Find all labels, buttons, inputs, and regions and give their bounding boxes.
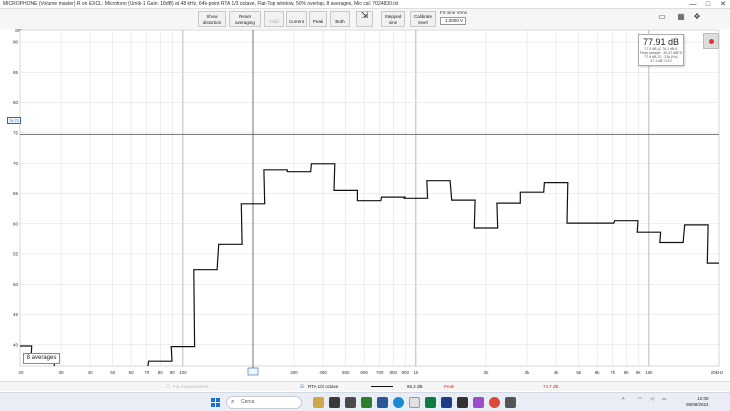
app-icon[interactable] [425, 397, 436, 408]
cursor-x-marker [247, 367, 259, 376]
peak-value: 74.7 dB [543, 384, 559, 389]
for-measurement-label: For measurement [173, 384, 209, 389]
app-icon[interactable] [473, 397, 484, 408]
x-tick-label: 700 [376, 370, 384, 375]
tray-chevron-icon[interactable]: ˄ [622, 396, 625, 401]
clock-date: 08/09/2024 [686, 402, 709, 407]
x-tick-label: 300 [290, 370, 298, 375]
x-tick-label: 800 [390, 370, 398, 375]
wifi-icon[interactable]: ◠ [638, 396, 642, 402]
x-tick-label: 5k [576, 370, 582, 375]
app-icon[interactable] [361, 397, 372, 408]
plot-area [19, 29, 720, 367]
peak-label: Peak [444, 384, 455, 389]
y-tick-label: 80 [13, 100, 19, 105]
current-level-value: 65.2 dB [407, 384, 423, 389]
x-tick-label: 10k [645, 370, 653, 375]
app-icon[interactable] [409, 397, 420, 408]
rta-mode-label: RTA 1/3 octave [308, 384, 339, 389]
search-placeholder: Cerca [241, 399, 255, 405]
y-tick-label: 60 [13, 221, 19, 226]
y-tick-label: 45 [13, 312, 19, 317]
y-tick-label: 70 [13, 161, 19, 166]
record-button[interactable] [703, 33, 719, 49]
app-icon[interactable] [441, 397, 452, 408]
x-tick-label: 20 [18, 370, 24, 375]
x-tick-label: 9k [636, 370, 642, 375]
y-tick-label: 75 [13, 131, 19, 136]
x-tick-label: 50 [110, 370, 116, 375]
level-readout-line: 47.1 dB +12V [650, 59, 672, 63]
windows-start-icon[interactable] [211, 398, 220, 407]
cursor-level-badge: 74,72 [7, 117, 21, 124]
x-tick-label: 7k [610, 370, 616, 375]
app-icon[interactable] [489, 397, 500, 408]
x-tick-label: 600 [360, 370, 368, 375]
volume-icon[interactable]: ◁ [650, 396, 653, 402]
x-tick-label: 40 [88, 370, 94, 375]
edge-icon[interactable] [393, 397, 404, 408]
x-tick-label: 1k [413, 370, 419, 375]
x-tick-label: 900 [401, 370, 409, 375]
app-icon[interactable] [345, 397, 356, 408]
y-tick-label: 85 [13, 70, 19, 75]
rta-plot[interactable]: 404550556065707580859020 30 40 50 60 70 80 90 10… [0, 0, 730, 381]
app-icon[interactable] [377, 397, 388, 408]
x-tick-label: 30 [59, 370, 65, 375]
x-tick-label: 20kHz [711, 370, 725, 375]
taskbar-clock[interactable]: 12:09 08/09/2024 [686, 396, 709, 408]
x-tick-label: 80 [158, 370, 164, 375]
y-tick-label: 90 [13, 40, 19, 45]
x-tick-label: 90 [170, 370, 176, 375]
taskbar-search[interactable]: ⌕ Cerca [226, 396, 302, 409]
y-tick-label: 65 [13, 191, 19, 196]
x-tick-label: 3k [525, 370, 531, 375]
app-icon[interactable] [329, 397, 340, 408]
x-tick-label: 4k [554, 370, 560, 375]
y-tick-label: 50 [13, 282, 19, 287]
averages-label: 8 averages [23, 353, 60, 364]
y-tick-label: 55 [13, 252, 19, 257]
x-tick-label: 70 [144, 370, 150, 375]
for-measurement-checkbox[interactable]: ☐ [166, 384, 170, 390]
x-tick-label: 400 [319, 370, 327, 375]
taskbar: ⌕ Cerca ˄ ◠ ◁ ▭ 12:09 08/09/2024 [0, 392, 730, 411]
x-tick-label: 6k [595, 370, 601, 375]
level-readout-value: 77.91 dB [642, 37, 680, 47]
x-tick-label: 100 [179, 370, 187, 375]
x-tick-label: 60 [129, 370, 135, 375]
x-tick-label: 8k [624, 370, 630, 375]
x-tick-label: 2k [484, 370, 490, 375]
series-swatch [371, 386, 393, 387]
y-tick-label: 40 [13, 342, 19, 347]
status-bar: ☐ For measurement ☑ RTA 1/3 octave 65.2 … [0, 381, 730, 391]
level-readout-box: 77.91 dB 77.9 dB (C 76.1 dB A Peak sampl… [638, 34, 684, 66]
search-icon: ⌕ [231, 399, 235, 405]
file-explorer-icon[interactable] [313, 397, 324, 408]
record-icon [709, 39, 714, 44]
app-icon[interactable] [505, 397, 516, 408]
x-tick-label: 500 [342, 370, 350, 375]
rta-checkbox[interactable]: ☑ [300, 384, 304, 390]
app-icon[interactable] [457, 397, 468, 408]
battery-icon[interactable]: ▭ [662, 396, 666, 402]
